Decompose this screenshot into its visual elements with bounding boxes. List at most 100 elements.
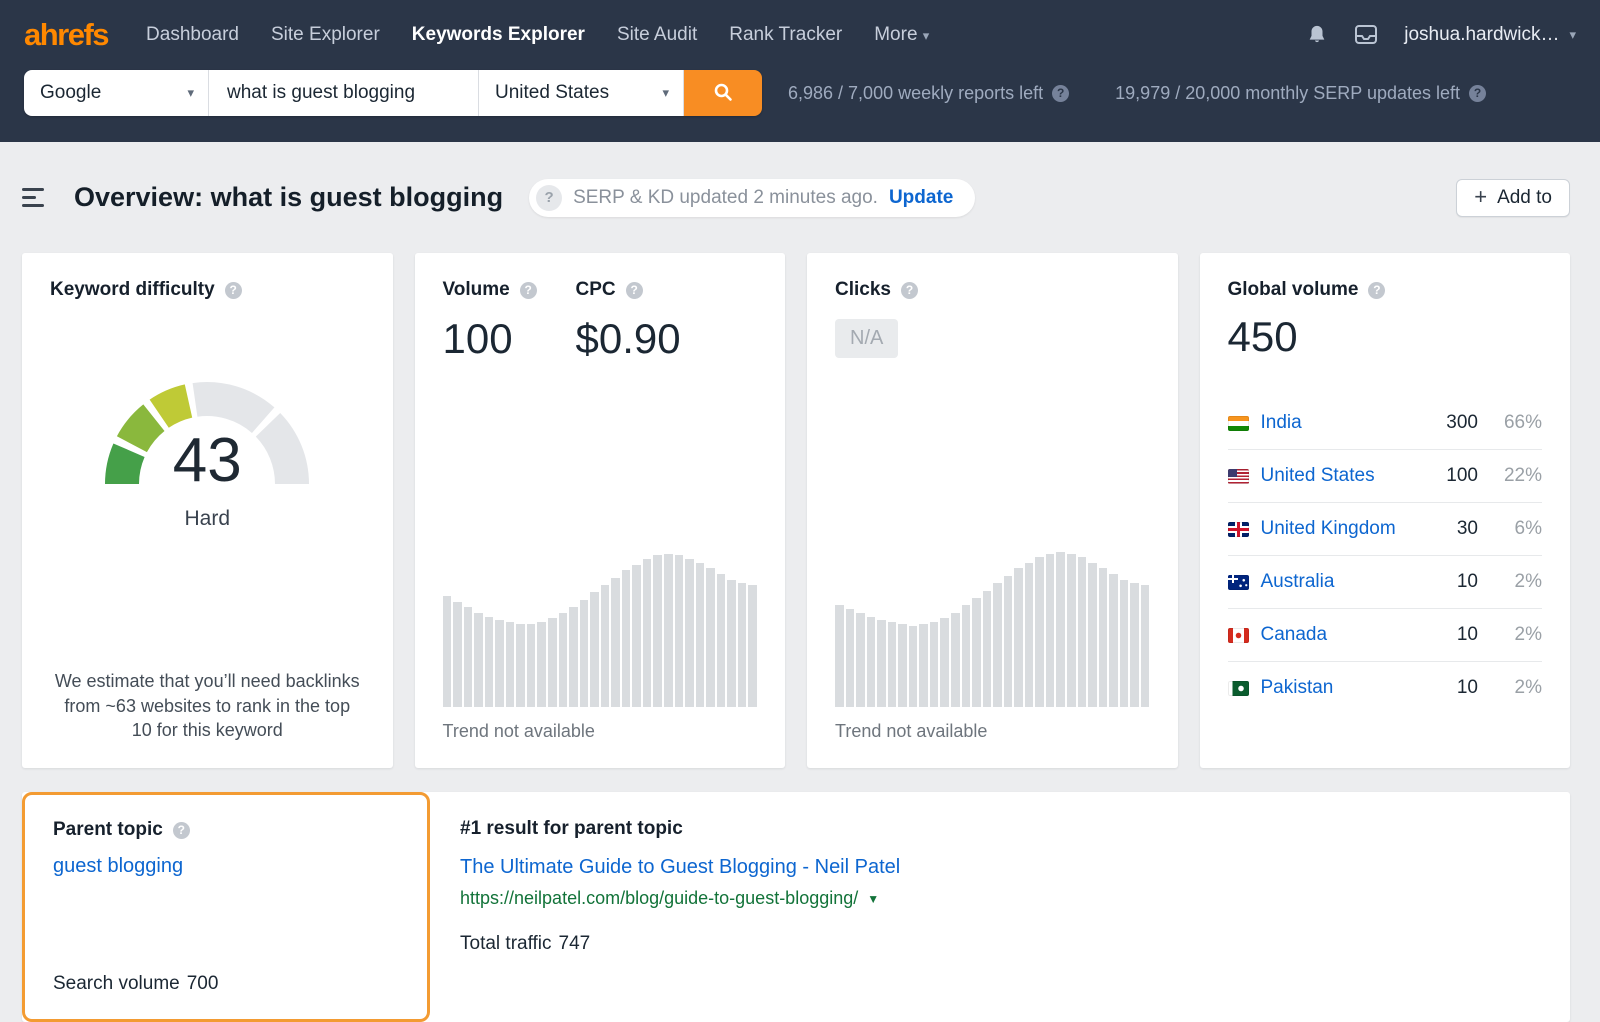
trend-bar	[962, 605, 971, 707]
nav-site-explorer[interactable]: Site Explorer	[271, 24, 380, 46]
help-icon[interactable]: ?	[225, 282, 242, 299]
trend-bar	[696, 563, 705, 707]
trend-bar	[601, 585, 610, 707]
flag-us-icon	[1228, 469, 1249, 484]
search-icon	[711, 80, 735, 107]
chevron-down-icon: ▾	[662, 85, 669, 101]
flag-gb-icon	[1228, 522, 1249, 537]
trend-bar	[548, 618, 557, 707]
trend-bar	[993, 583, 1002, 707]
top-result-url: https://neilpatel.com/blog/guide-to-gues…	[460, 888, 858, 909]
clicks-na-badge: N/A	[835, 319, 898, 358]
country-link[interactable]: India	[1261, 412, 1302, 434]
help-icon[interactable]: ?	[520, 282, 537, 299]
help-icon[interactable]: ?	[1368, 282, 1385, 299]
inbox-icon[interactable]	[1354, 24, 1378, 46]
country-link[interactable]: United States	[1261, 465, 1375, 487]
total-traffic-value: 747	[559, 933, 591, 955]
user-menu[interactable]: joshua.hardwick… ▾	[1404, 24, 1576, 46]
trend-bar	[474, 613, 483, 707]
trend-bar	[930, 622, 939, 707]
reports-menu-icon[interactable]	[22, 188, 46, 207]
flag-au-icon	[1228, 575, 1249, 590]
url-dropdown-caret-icon[interactable]: ▼	[867, 892, 879, 906]
nav-rank-tracker[interactable]: Rank Tracker	[729, 24, 842, 46]
username: joshua.hardwick…	[1404, 24, 1559, 46]
keyword-search-input[interactable]	[209, 70, 479, 116]
country-row: United States10022%	[1228, 450, 1543, 503]
parent-topic-volume-value: 700	[187, 973, 219, 995]
global-volume-card: Global volume ? 450 India30066%United St…	[1200, 253, 1571, 768]
country-row: United Kingdom306%	[1228, 503, 1543, 556]
country-link[interactable]: United Kingdom	[1261, 518, 1396, 540]
trend-bar	[748, 585, 757, 707]
help-icon[interactable]: ?	[1469, 85, 1486, 102]
kd-rating: Hard	[97, 507, 317, 531]
serp-update-pill: ? SERP & KD updated 2 minutes ago. Updat…	[529, 179, 975, 217]
country-select[interactable]: United States ▾	[479, 70, 684, 116]
nav-keywords-explorer[interactable]: Keywords Explorer	[412, 24, 585, 46]
country-share: 2%	[1490, 677, 1542, 699]
trend-bar	[443, 596, 452, 707]
trend-bar	[580, 600, 589, 707]
trend-bar	[983, 591, 992, 708]
update-link[interactable]: Update	[889, 187, 953, 209]
country-share: 2%	[1490, 571, 1542, 593]
trend-bar	[951, 613, 960, 707]
cpc-value: $0.90	[576, 315, 758, 363]
flag-in-icon	[1228, 416, 1249, 431]
trend-bar	[898, 624, 907, 707]
parent-topic-panel: Parent topic ? guest blogging Search vol…	[22, 792, 1570, 1022]
trend-bar	[727, 580, 736, 708]
trend-bar	[888, 622, 897, 707]
parent-topic-label: Parent topic	[53, 819, 163, 841]
main-nav: ahrefs Dashboard Site Explorer Keywords …	[24, 0, 1576, 70]
plus-icon: +	[1474, 184, 1487, 210]
keyword-difficulty-card: Keyword difficulty ? 43 Hard We estimate…	[22, 253, 393, 768]
clicks-trend-caption: Trend not available	[835, 721, 1150, 742]
trend-bar	[867, 617, 876, 708]
country-row: Australia102%	[1228, 556, 1543, 609]
serp-updated-text: SERP & KD updated 2 minutes ago.	[573, 187, 878, 209]
help-icon[interactable]: ?	[1052, 85, 1069, 102]
add-to-button[interactable]: + Add to	[1456, 179, 1570, 217]
trend-bar	[1025, 563, 1034, 707]
parent-topic-card: Parent topic ? guest blogging Search vol…	[22, 792, 430, 1022]
country-volume: 10	[1457, 624, 1478, 646]
clicks-card: Clicks ? N/A Trend not available	[807, 253, 1178, 768]
parent-topic-keyword-link[interactable]: guest blogging	[53, 855, 183, 878]
nav-more[interactable]: More ▾	[874, 24, 929, 46]
trend-bar	[516, 624, 525, 707]
global-volume-value: 450	[1228, 313, 1543, 361]
help-icon[interactable]: ?	[901, 282, 918, 299]
trend-bar	[909, 626, 918, 707]
trend-bar	[643, 559, 652, 707]
nav-dashboard[interactable]: Dashboard	[146, 24, 239, 46]
kd-score: 43	[97, 425, 317, 496]
trend-bar	[464, 607, 473, 707]
trend-bar	[1141, 585, 1150, 707]
nav-site-audit[interactable]: Site Audit	[617, 24, 697, 46]
search-button[interactable]	[684, 70, 762, 116]
country-volume: 100	[1446, 465, 1478, 487]
help-icon[interactable]: ?	[173, 822, 190, 839]
search-engine-select[interactable]: Google ▾	[24, 70, 209, 116]
notifications-bell-icon[interactable]	[1306, 23, 1328, 47]
country-link[interactable]: Australia	[1261, 571, 1335, 593]
trend-bar	[1120, 580, 1129, 708]
trend-bar	[559, 613, 568, 707]
country-volume: 300	[1446, 412, 1478, 434]
help-icon[interactable]: ?	[536, 185, 562, 211]
trend-bar	[738, 583, 747, 707]
ahrefs-logo[interactable]: ahrefs	[24, 17, 108, 53]
page-header: Overview: what is guest blogging ? SERP …	[22, 164, 1570, 231]
help-icon[interactable]: ?	[626, 282, 643, 299]
country-link[interactable]: Canada	[1261, 624, 1328, 646]
trend-bar	[485, 617, 494, 708]
trend-bar	[495, 620, 504, 707]
top-result-title-link[interactable]: The Ultimate Guide to Guest Blogging - N…	[460, 856, 900, 879]
chevron-down-icon: ▾	[187, 85, 194, 101]
country-link[interactable]: Pakistan	[1261, 677, 1334, 699]
trend-bar	[506, 622, 515, 707]
trend-bar	[856, 613, 865, 707]
